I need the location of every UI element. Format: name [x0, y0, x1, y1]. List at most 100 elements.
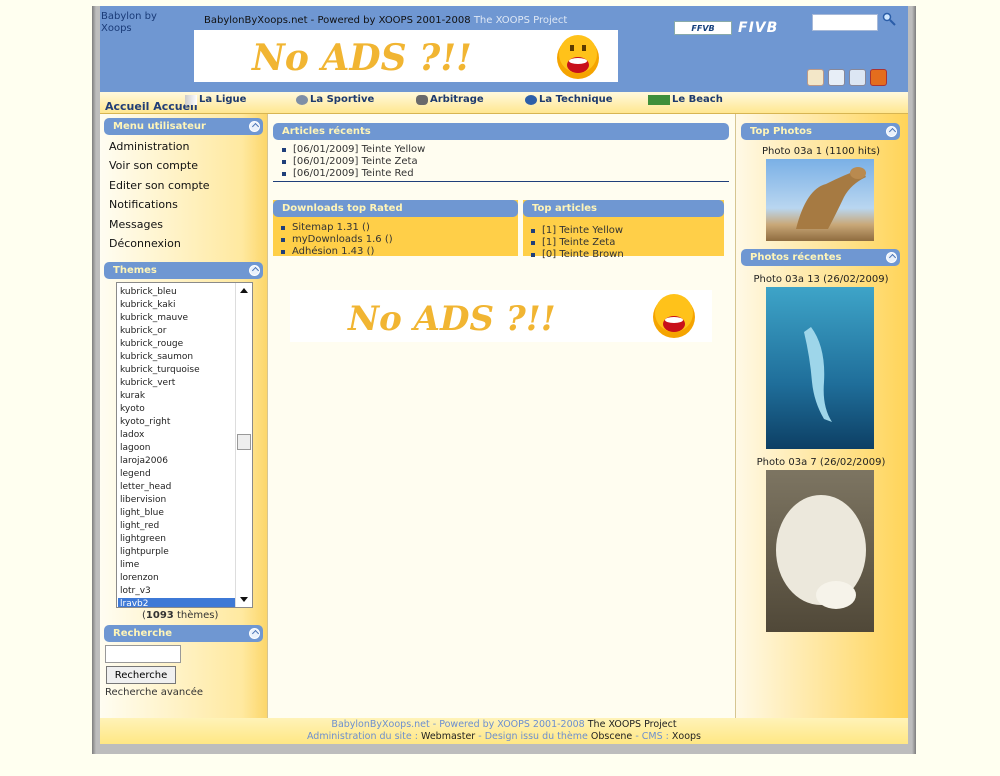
slogan-project-link[interactable]: The XOOPS Project: [474, 15, 568, 26]
downloads-block: Downloads top Rated Sitemap 1.31 () myDo…: [273, 200, 518, 258]
theme-option[interactable]: light_red: [118, 520, 236, 533]
center-column: Articles récents [06/01/2009] Teinte Yel…: [268, 114, 735, 718]
themes-select-list[interactable]: kubrick_bleu kubrick_kaki kubrick_mauve kub…: [116, 282, 253, 608]
scroll-down-arrow[interactable]: [240, 597, 248, 602]
top-article-item[interactable]: [1] Teinte Zeta: [529, 237, 724, 249]
nav-item-le-beach[interactable]: Le Beach: [648, 94, 723, 105]
user-menu-header[interactable]: Menu utilisateur: [104, 118, 263, 135]
palm-tree-icon: [648, 94, 670, 105]
polar-bear-photo[interactable]: [766, 470, 874, 632]
download-item[interactable]: myDownloads 1.6 (): [279, 234, 518, 246]
theme-option[interactable]: laroja2006: [118, 455, 236, 468]
theme-option[interactable]: lime: [118, 559, 236, 572]
menu-item-editer-compte[interactable]: Editer son compte: [100, 176, 260, 195]
theme-option[interactable]: kyoto: [118, 403, 236, 416]
collapse-toggle-icon[interactable]: [886, 252, 897, 263]
download-item[interactable]: Adhésion 1.43 (): [279, 246, 518, 258]
site-slogan: BabylonByXoops.net - Powered by XOOPS 20…: [204, 15, 567, 26]
themes-count-label: thèmes: [176, 610, 215, 621]
menu-item-voir-compte[interactable]: Voir son compte: [100, 156, 260, 175]
theme-option[interactable]: lightpurple: [118, 546, 236, 559]
edit-profile-icon[interactable]: [807, 69, 824, 86]
recent-photos-header[interactable]: Photos récentes: [741, 249, 900, 266]
download-item[interactable]: Sitemap 1.31 (): [279, 222, 518, 234]
nav-item-la-technique[interactable]: La Technique: [525, 94, 613, 105]
theme-option[interactable]: kubrick_kaki: [118, 299, 236, 312]
recent-article-item[interactable]: [06/01/2009] Teinte Zeta: [280, 156, 425, 168]
header-search-input[interactable]: [812, 14, 878, 31]
recent-article-item[interactable]: [06/01/2009] Teinte Red: [280, 168, 425, 180]
top-photos-header[interactable]: Top Photos: [741, 123, 900, 140]
collapse-toggle-icon[interactable]: [886, 126, 897, 137]
advanced-search-link[interactable]: Recherche avancée: [105, 687, 203, 698]
footer-webmaster-link[interactable]: Webmaster: [421, 731, 475, 742]
theme-option[interactable]: kurak: [118, 390, 236, 403]
admin-wrench-icon[interactable]: [849, 69, 866, 86]
theme-option[interactable]: lightgreen: [118, 533, 236, 546]
menu-item-deconnexion[interactable]: Déconnexion: [100, 234, 260, 253]
search-input[interactable]: [105, 645, 181, 663]
scroll-thumb[interactable]: [237, 434, 251, 450]
sponsor-logos: FFVB FIVB: [674, 20, 778, 36]
theme-option[interactable]: kubrick_mauve: [118, 312, 236, 325]
theme-option[interactable]: kubrick_saumon: [118, 351, 236, 364]
messages-icon[interactable]: [828, 69, 845, 86]
search-block-title: Recherche: [113, 628, 173, 639]
top-photo-caption[interactable]: Photo 03a 1 (1100 hits): [736, 146, 906, 157]
menu-item-administration[interactable]: Administration: [100, 137, 260, 156]
center-ads-text: No ADS ?!!: [347, 299, 556, 339]
theme-option[interactable]: legend: [118, 468, 236, 481]
footer-project-link[interactable]: The XOOPS Project: [588, 719, 677, 730]
ffvb-logo[interactable]: FFVB: [674, 21, 732, 35]
nav-item-la-sportive[interactable]: La Sportive: [296, 94, 374, 105]
recent-photo-caption[interactable]: Photo 03a 13 (26/02/2009): [736, 274, 906, 285]
user-menu: Administration Voir son compte Editer so…: [100, 137, 260, 253]
dolphin-photo[interactable]: [766, 287, 874, 449]
theme-option[interactable]: ladox: [118, 429, 236, 442]
menu-item-messages[interactable]: Messages: [100, 215, 260, 234]
theme-option[interactable]: kubrick_or: [118, 325, 236, 338]
theme-option[interactable]: lorenzon: [118, 572, 236, 585]
top-article-item[interactable]: [0] Teinte Brown: [529, 249, 724, 261]
search-button[interactable]: Recherche: [106, 666, 176, 684]
footer-xoops-link[interactable]: Xoops: [672, 731, 701, 742]
logout-power-icon[interactable]: [870, 69, 887, 86]
collapse-toggle-icon[interactable]: [249, 628, 260, 639]
footer-design-label: - Design issu du thème: [478, 731, 588, 742]
theme-option[interactable]: lravb2: [118, 598, 236, 607]
themes-scrollbar[interactable]: [235, 283, 252, 607]
collapse-toggle-icon[interactable]: [249, 121, 260, 132]
menu-item-notifications[interactable]: Notifications: [100, 195, 260, 214]
ads-banner[interactable]: No ADS ?!!: [194, 30, 618, 82]
nav-item-la-ligue[interactable]: La Ligue: [185, 94, 246, 105]
themes-header[interactable]: Themes: [104, 262, 263, 279]
scroll-up-arrow[interactable]: [240, 288, 248, 293]
theme-option[interactable]: lotr_v3: [118, 585, 236, 598]
search-icon[interactable]: [882, 12, 896, 26]
downloads-header: Downloads top Rated: [273, 200, 518, 217]
nav-item-arbitrage[interactable]: Arbitrage: [416, 94, 484, 105]
theme-option[interactable]: kubrick_turquoise: [118, 364, 236, 377]
collapse-toggle-icon[interactable]: [249, 265, 260, 276]
ads-banner-graphic: No ADS ?!!: [251, 35, 599, 79]
recent-article-item[interactable]: [06/01/2009] Teinte Yellow: [280, 144, 425, 156]
recent-photo-caption[interactable]: Photo 03a 7 (26/02/2009): [736, 457, 906, 468]
fivb-logo[interactable]: FIVB: [738, 20, 778, 36]
camel-photo[interactable]: [766, 159, 874, 241]
theme-option[interactable]: kyoto_right: [118, 416, 236, 429]
site-name[interactable]: Babylon by Xoops: [101, 11, 181, 35]
theme-option[interactable]: lagoon: [118, 442, 236, 455]
nav-home[interactable]: Accueil Accueil: [105, 100, 198, 113]
top-article-item[interactable]: [1] Teinte Yellow: [529, 225, 724, 237]
top-articles-header: Top articles: [523, 200, 724, 217]
search-block-header[interactable]: Recherche: [104, 625, 263, 642]
footer-powered-link[interactable]: BabylonByXoops.net - Powered by XOOPS 20…: [331, 719, 584, 730]
theme-option[interactable]: kubrick_rouge: [118, 338, 236, 351]
theme-option[interactable]: kubrick_bleu: [118, 286, 236, 299]
footer-obscene-link[interactable]: Obscene: [591, 731, 632, 742]
theme-option[interactable]: kubrick_vert: [118, 377, 236, 390]
theme-option[interactable]: letter_head: [118, 481, 236, 494]
theme-option[interactable]: light_blue: [118, 507, 236, 520]
center-ads-banner[interactable]: No ADS ?!!: [290, 290, 712, 342]
theme-option[interactable]: libervision: [118, 494, 236, 507]
